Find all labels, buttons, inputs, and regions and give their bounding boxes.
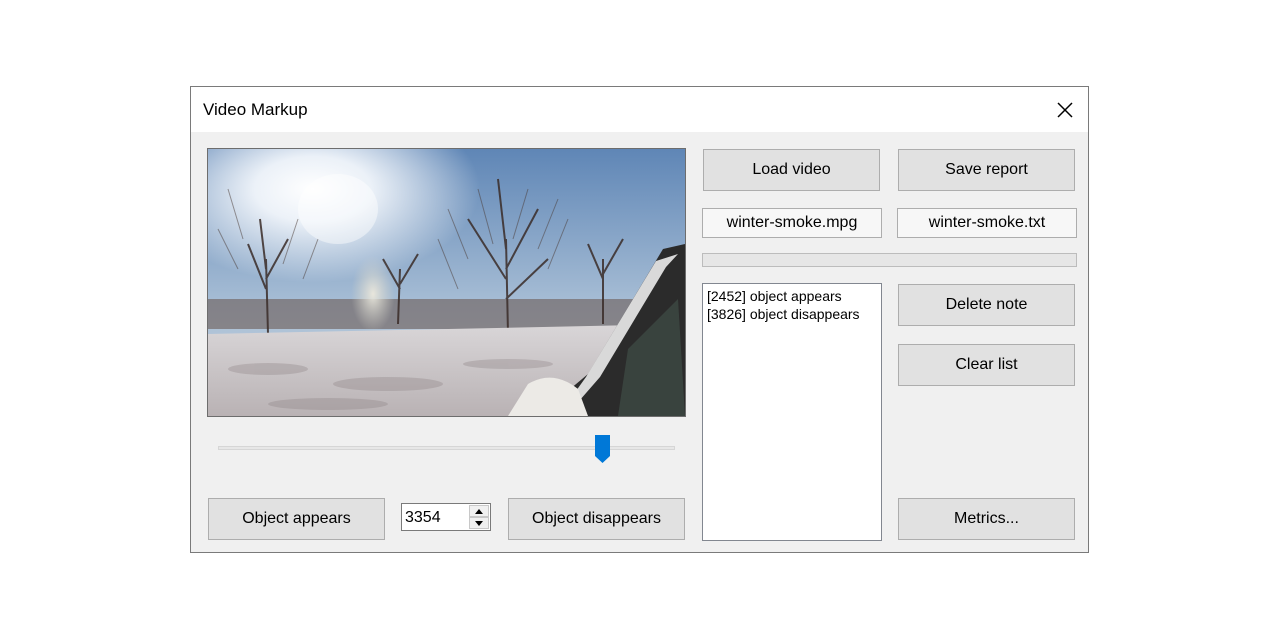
load-video-button[interactable]: Load video bbox=[703, 149, 880, 191]
spinner-buttons bbox=[469, 505, 489, 529]
video-preview bbox=[207, 148, 686, 417]
report-file-name: winter-smoke.txt bbox=[897, 208, 1077, 238]
frame-number-value[interactable]: 3354 bbox=[405, 509, 441, 527]
close-icon bbox=[1057, 101, 1073, 118]
notes-list[interactable]: [2452] object appears [3826] object disap… bbox=[702, 283, 882, 541]
window-title: Video Markup bbox=[203, 100, 308, 119]
save-report-button[interactable]: Save report bbox=[898, 149, 1075, 191]
spin-up-button[interactable] bbox=[469, 505, 489, 517]
slider-thumb[interactable] bbox=[594, 434, 611, 464]
delete-note-button[interactable]: Delete note bbox=[898, 284, 1075, 326]
object-appears-button[interactable]: Object appears bbox=[208, 498, 385, 540]
close-button[interactable] bbox=[1042, 87, 1088, 132]
frame-slider[interactable] bbox=[218, 432, 675, 464]
metrics-button[interactable]: Metrics... bbox=[898, 498, 1075, 540]
video-markup-window: Video Markup Object appears 3354 Object … bbox=[190, 86, 1089, 553]
video-file-name: winter-smoke.mpg bbox=[702, 208, 882, 238]
title-bar: Video Markup bbox=[191, 87, 1088, 132]
list-item[interactable]: [2452] object appears bbox=[707, 287, 877, 305]
video-frame-image bbox=[208, 149, 685, 416]
spin-down-button[interactable] bbox=[469, 517, 489, 529]
frame-number-spinner[interactable]: 3354 bbox=[401, 503, 491, 531]
arrow-up-icon bbox=[475, 508, 483, 514]
arrow-down-icon bbox=[475, 520, 483, 526]
clear-list-button[interactable]: Clear list bbox=[898, 344, 1075, 386]
object-disappears-button[interactable]: Object disappears bbox=[508, 498, 685, 540]
progress-bar bbox=[702, 253, 1077, 267]
list-item[interactable]: [3826] object disappears bbox=[707, 305, 877, 323]
